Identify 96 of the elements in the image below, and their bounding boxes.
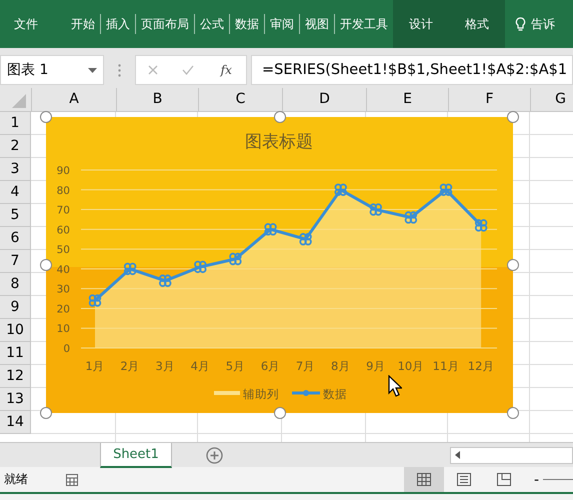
legend-label: 辅助列	[243, 387, 279, 401]
legend-label: 数据	[323, 387, 347, 401]
column-header[interactable]: F	[448, 88, 530, 111]
x-axis-label: 3月	[156, 359, 175, 373]
row-header[interactable]: 11	[0, 342, 31, 365]
formula-field[interactable]: =SERIES(Sheet1!$B$1,Sheet1!$A$2:$A$1	[251, 55, 573, 85]
ribbon-tab[interactable]: 页面布局	[136, 0, 194, 48]
page-break-icon	[496, 473, 511, 486]
column-header[interactable]: A	[31, 88, 116, 111]
x-axis-label: 8月	[331, 359, 350, 373]
grid-view-icon	[416, 473, 431, 486]
y-axis-label: 60	[56, 224, 70, 236]
row-header[interactable]: 13	[0, 388, 31, 411]
row-header[interactable]: 7	[0, 250, 31, 273]
y-axis-label: 70	[56, 204, 70, 217]
ribbon-tab[interactable]: 数据	[230, 0, 264, 48]
row-header[interactable]: 2	[0, 135, 31, 158]
y-axis-label: 50	[56, 244, 70, 256]
tell-me-button[interactable]: 告诉	[515, 16, 555, 32]
ribbon-tab[interactable]: 开始	[66, 0, 100, 48]
ribbon-tab[interactable]: 设计	[393, 0, 449, 48]
ribbon-tab[interactable]: 视图	[300, 0, 334, 48]
x-axis-label: 10月	[398, 359, 424, 373]
row-header[interactable]: 6	[0, 227, 31, 250]
data-point[interactable]	[440, 184, 452, 196]
column-header[interactable]: D	[282, 88, 366, 111]
resize-handle[interactable]	[507, 259, 519, 271]
row-header[interactable]: 8	[0, 273, 31, 296]
x-axis-label: 9月	[366, 359, 386, 373]
ribbon-tab[interactable]: 插入	[101, 0, 135, 48]
column-header[interactable]: C	[198, 88, 282, 111]
cursor-icon	[388, 375, 402, 397]
x-axis-label: 5月	[226, 359, 246, 373]
data-point[interactable]	[124, 262, 136, 276]
data-point[interactable]	[370, 203, 382, 216]
ribbon-tab[interactable]: 文件	[0, 0, 66, 48]
resize-handle[interactable]	[40, 111, 52, 123]
legend-line-icon	[292, 390, 320, 396]
row-header[interactable]: 1	[0, 112, 31, 135]
row-header[interactable]: 4	[0, 181, 31, 204]
row-header[interactable]: 10	[0, 319, 31, 342]
y-axis-label: 10	[56, 323, 70, 336]
y-axis-label: 80	[56, 184, 70, 197]
data-point[interactable]	[194, 260, 206, 274]
add-sheet-icon[interactable]	[206, 446, 223, 464]
y-axis-label: 40	[56, 264, 70, 276]
ribbon-tab[interactable]: 格式	[449, 0, 505, 48]
x-axis-label: 11月	[432, 359, 460, 373]
name-box[interactable]: 图表 1	[0, 55, 104, 85]
resize-handle[interactable]	[507, 407, 519, 419]
row-header[interactable]: 9	[0, 296, 31, 319]
x-axis-label: 4月	[190, 359, 210, 373]
y-axis-label: 0	[63, 343, 70, 355]
normal-view-button[interactable]	[404, 467, 444, 492]
check-icon[interactable]	[182, 65, 194, 75]
row-header[interactable]: 5	[0, 204, 31, 227]
horizontal-scrollbar[interactable]	[450, 446, 573, 464]
lightbulb-icon	[515, 16, 526, 32]
x-axis-label: 7月	[296, 359, 316, 373]
x-axis-label: 6月	[260, 359, 280, 373]
resize-handle[interactable]	[507, 111, 519, 123]
data-point[interactable]	[264, 223, 277, 236]
status-text: 就绪	[4, 471, 28, 488]
zoom-out-button[interactable]: -	[530, 472, 543, 488]
y-axis-label: 30	[56, 284, 70, 296]
column-header[interactable]: E	[366, 88, 448, 111]
column-header[interactable]: B	[116, 88, 198, 111]
sheet-tab[interactable]: Sheet1	[100, 442, 172, 468]
data-point[interactable]	[229, 252, 242, 266]
data-point[interactable]	[88, 294, 102, 307]
resize-handle[interactable]	[40, 407, 52, 419]
x-axis-label: 12月	[468, 359, 494, 373]
column-header[interactable]: G	[530, 88, 573, 111]
data-point[interactable]	[159, 274, 172, 287]
ribbon-tab[interactable]: 审阅	[265, 0, 299, 48]
data-point[interactable]	[474, 219, 488, 232]
insert-function-button[interactable]: fx	[218, 63, 234, 77]
resize-handle[interactable]	[40, 259, 52, 271]
ribbon-tab[interactable]: 开发工具	[335, 0, 393, 48]
legend-swatch	[214, 391, 240, 395]
data-point[interactable]	[299, 233, 312, 246]
x-axis-label: 2月	[120, 359, 140, 373]
row-header[interactable]: 12	[0, 365, 31, 388]
data-point[interactable]	[404, 211, 418, 224]
cancel-icon[interactable]	[148, 65, 158, 75]
row-header[interactable]: 3	[0, 158, 31, 181]
chart-title: 图表标题	[245, 132, 313, 152]
y-axis-label: 90	[56, 165, 70, 177]
y-axis-label: 20	[56, 303, 70, 316]
page-lines-icon	[456, 473, 471, 486]
more-options-icon[interactable]	[118, 64, 121, 76]
x-axis-label: 1月	[85, 359, 105, 373]
ribbon-tab[interactable]: 公式	[195, 0, 229, 48]
dropdown-caret-icon[interactable]	[88, 68, 97, 72]
row-header[interactable]: 14	[0, 411, 31, 434]
data-point[interactable]	[334, 184, 347, 196]
